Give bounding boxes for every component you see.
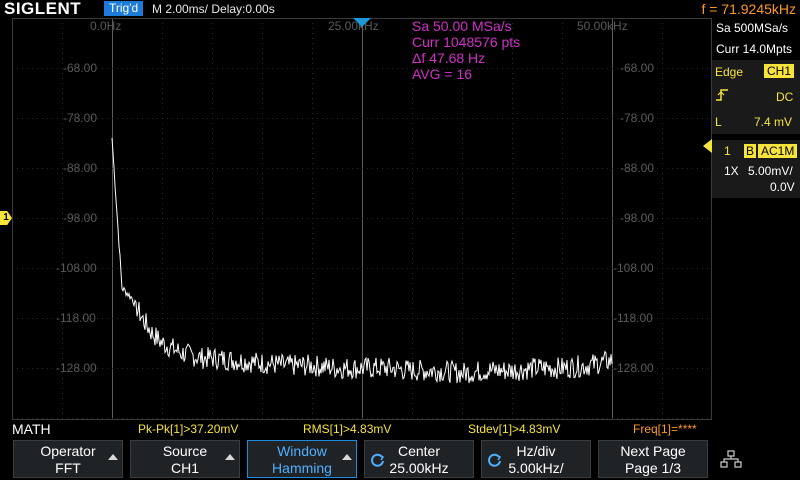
freq-label-start: 0.0Hz [90,19,122,33]
center-softkey[interactable]: Center 25.00kHz [364,440,474,478]
db-label-left: -98.00 [63,211,98,225]
softkey-value: Hamming [272,460,332,476]
freq-label-end: 50.00kHz [577,19,628,33]
softkey-title: Source [162,443,208,459]
fft-sample-rate: Sa 50.00 MSa/s [412,18,512,34]
fft-delta-f: Δf 47.68 Hz [412,50,486,66]
trigger-source-badge: CH1 [764,64,795,78]
rotate-knob-icon [371,453,385,467]
arrow-up-icon [108,454,118,460]
measure-stdev: Stdev[1]>4.83mV [468,422,561,436]
db-label-left: -108.00 [56,261,97,275]
top-status-bar: SIGLENT Trig'd M 2.00ms/ Delay:0.00s f =… [0,0,800,18]
trigger-position-marker[interactable] [353,18,371,27]
trigger-coupling: DC [776,90,794,104]
measure-freq: Freq[1]=**** [633,422,697,436]
hz-per-div-softkey[interactable]: Hz/div 5.00kHz/ [481,440,591,478]
softkey-value: FFT [55,460,81,476]
right-info-panel: Sa 500MSa/s Curr 14.0Mpts Edge CH1 DC L … [712,18,800,420]
softkey-title: Window [277,443,327,459]
trigger-level-marker[interactable] [703,139,712,153]
channel-1-info-box[interactable]: 1 B AC1M 1X 5.00mV/ 0.0V [712,140,800,198]
brand-logo: SIGLENT [4,0,82,18]
grid-svg [12,18,712,420]
channel-coupling-badge: AC1M [758,144,798,158]
channel-offset: 0.0V [770,180,795,194]
fft-info-panel: Sa 50.00 MSa/s Curr 1048576 pts Δf 47.68… [412,18,520,82]
db-label-right: -118.00 [613,311,653,325]
db-label-left: -128.00 [56,361,97,375]
trigger-info-box[interactable]: Edge CH1 DC L 7.4 mV [712,60,800,134]
frequency-counter: f = 71.9245kHz [701,1,796,17]
fft-average: AVG = 16 [412,66,473,82]
math-label: MATH [12,421,51,437]
timebase-readout: M 2.00ms/ Delay:0.00s [152,2,275,16]
db-label-left: -78.00 [63,111,98,125]
acq-sample-rate: Sa 500MSa/s [716,21,789,35]
bandwidth-limit-badge: B [744,144,757,158]
db-label-right: -68.00 [620,61,655,75]
softkey-value: Page 1/3 [624,460,682,476]
softkey-title: Operator [40,443,96,459]
channel-number: 1 [724,144,731,158]
arrow-up-icon [342,454,352,460]
source-softkey[interactable]: Source CH1 [130,440,240,478]
trigger-status-badge: Trig'd [104,1,144,16]
measure-rms: RMS[1]>4.83mV [303,422,392,436]
trigger-type: Edge [715,65,744,79]
next-page-softkey[interactable]: Next Page Page 1/3 [598,440,708,478]
rotate-knob-icon [488,453,502,467]
measurement-bar: MATH Pk-Pk[1]>37.20mV RMS[1]>4.83mV Stde… [0,420,800,438]
db-label-right: -98.00 [620,211,655,225]
db-label-right: -78.00 [620,111,655,125]
trigger-level-label: L [715,115,722,129]
db-label-right: -128.00 [613,361,654,375]
softkey-bar: Operator FFT Source CH1 Window Hamming C… [0,438,800,480]
acq-memory-depth: Curr 14.0Mpts [716,42,793,56]
db-label-right: -108.00 [613,261,654,275]
softkey-value: CH1 [170,460,199,476]
channel-1-offset-marker[interactable]: 1 [0,211,12,225]
network-icon[interactable] [720,450,742,468]
db-label-left: -88.00 [63,161,98,175]
fft-points: Curr 1048576 pts [412,34,521,50]
volts-per-div: 5.00mV/ [748,164,793,178]
waveform-grid[interactable]: 0.0Hz 25.00kHz 50.00kHz -68.00 -78.00 -8… [12,18,712,420]
operator-softkey[interactable]: Operator FFT [13,440,123,478]
window-softkey[interactable]: Window Hamming [247,440,357,478]
softkey-title: Next Page [620,443,686,459]
db-label-right: -88.00 [620,161,655,175]
trigger-level-value: 7.4 mV [754,115,793,129]
measure-pk-pk: Pk-Pk[1]>37.20mV [138,422,239,436]
db-label-left: -118.00 [56,311,96,325]
arrow-up-icon [225,454,235,460]
probe-attenuation: 1X [724,164,739,178]
rising-edge-icon [716,89,728,101]
db-label-left: -68.00 [63,61,98,75]
